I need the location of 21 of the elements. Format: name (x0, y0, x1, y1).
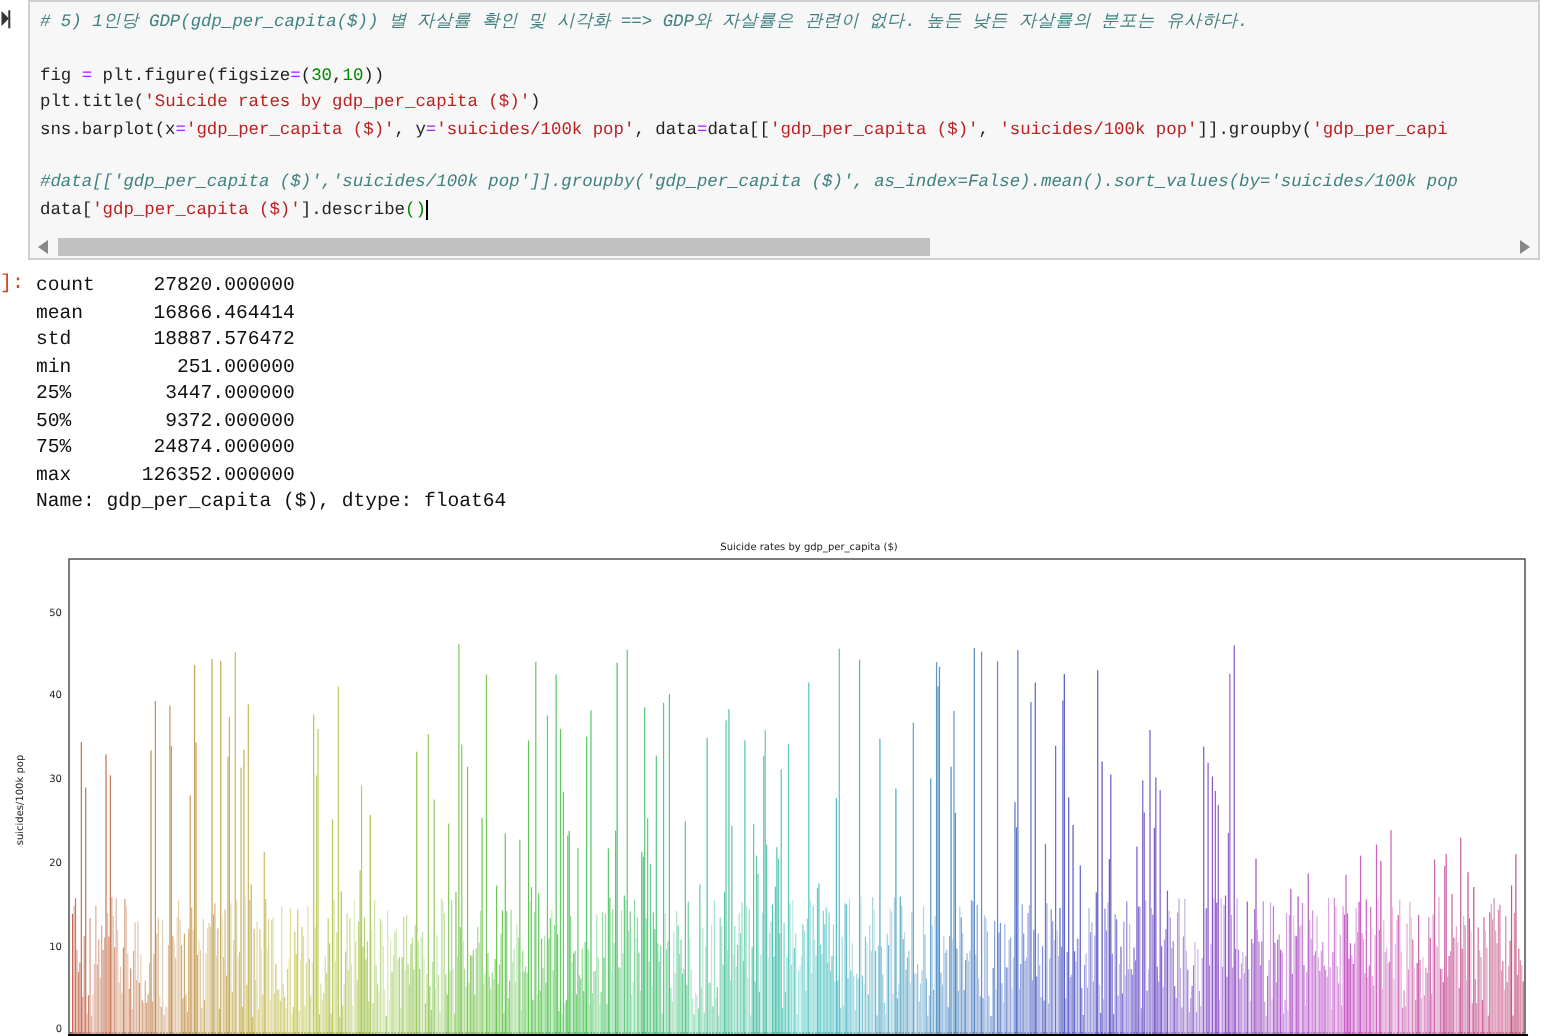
run-icon[interactable]: ⏵| (0, 0, 28, 30)
code-cell[interactable] (28, 0, 1540, 260)
code-comment: #data[['gdp_per_capita ($)','suicides/100k pop']].groupby('gdp_per_capita ($)', as_index=False).mean().sort_values(by='suicides/100k pop (40, 170, 1461, 197)
output-prompt: ]: (0, 272, 27, 300)
code-line: sns.barplot(x='gdp_per_capita ($)', y='suicides/100k pop', data=data[['gdp_per_capita ($)', 'suicides/100k pop']].groupby('gdp_per_capi (40, 117, 1450, 144)
output-line: 75% 24874.000000 (36, 434, 297, 461)
code-line: fig = plt.figure(figsize=(30,10)) (40, 63, 387, 90)
output-line: 25% 3447.000000 (36, 380, 297, 407)
scroll-left-icon[interactable] (38, 240, 50, 254)
output-line: mean 16866.464414 (36, 299, 297, 326)
output-line: 50% 9372.000000 (36, 407, 297, 434)
code-line: plt.title('Suicide rates by gdp_per_capita ($)') (40, 90, 543, 117)
output-line: max 126352.000000 (36, 461, 297, 488)
code-line: data['gdp_per_capita ($)'].describe() (40, 197, 430, 224)
scrollbar-thumb[interactable] (58, 238, 930, 256)
output-line: min 251.000000 (36, 353, 297, 380)
scroll-right-icon[interactable] (1518, 240, 1530, 254)
output-line: Name: gdp_per_capita ($), dtype: float64 (36, 488, 507, 515)
output-line: count 27820.000000 (36, 272, 297, 299)
output-line: std 18887.576472 (36, 326, 297, 353)
code-comment: # 5) 1인당 GDP(gdp_per_capita($)) 별 자살률 확인 및 시각화 ==> GDP와 자살률은 관련이 없다. 높든 낮든 자살률의 분포는 유사하다. (40, 10, 1251, 36)
